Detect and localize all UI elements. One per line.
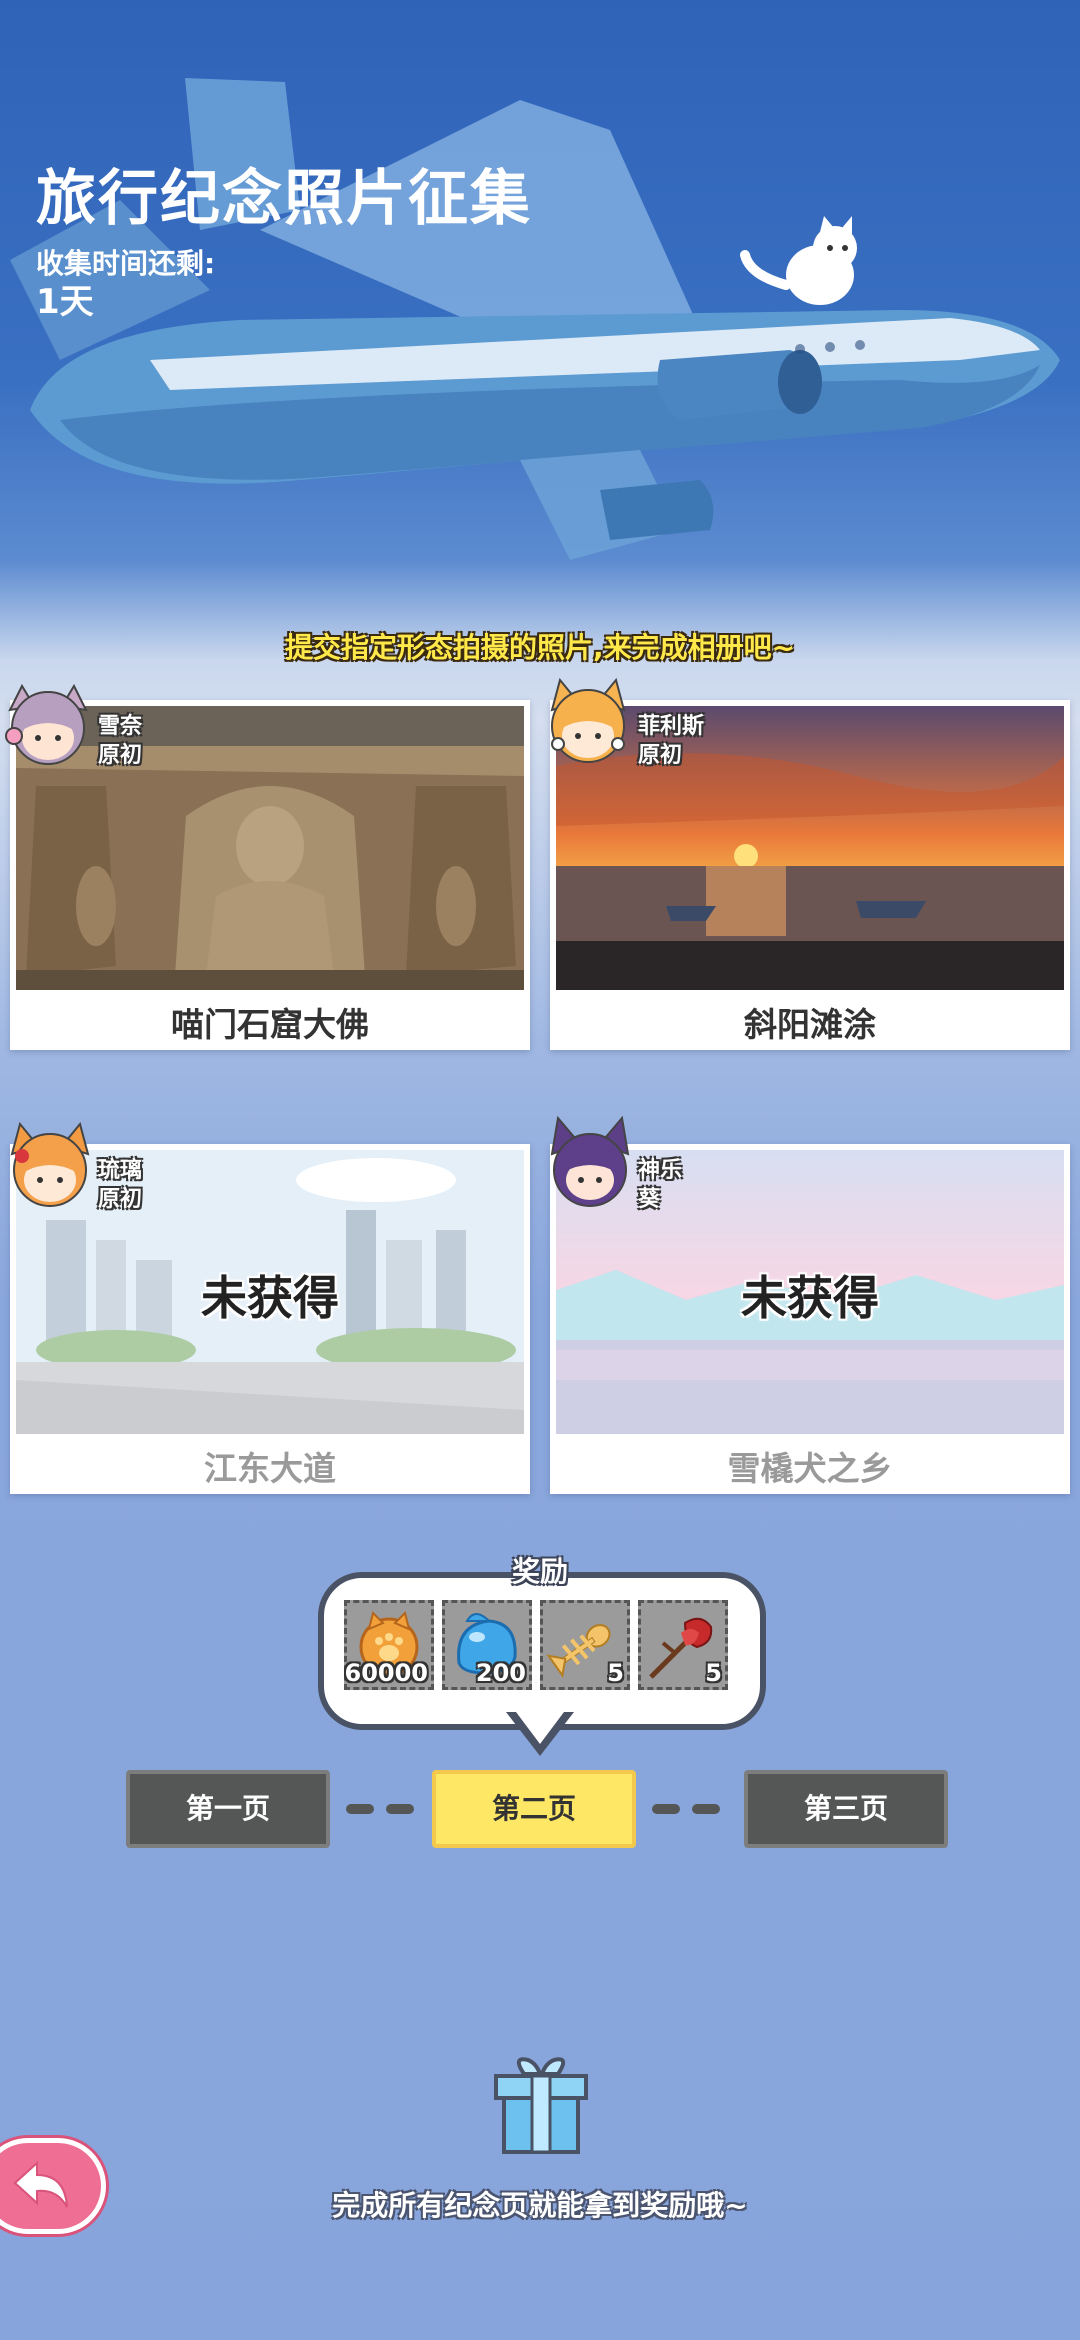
character-avatar-kagura: [550, 1115, 630, 1207]
page-button-3[interactable]: 第三页: [744, 1770, 948, 1848]
photo-title: 江东大道: [204, 1449, 336, 1488]
character-name-label: 琉璃 原初: [98, 1158, 143, 1212]
character-avatar-feilisi: [550, 677, 626, 763]
reward-label: 奖励: [511, 1555, 568, 1588]
page-button-2[interactable]: 第二页: [432, 1770, 636, 1848]
airplane-illustration: [10, 78, 1060, 560]
character-name-label: 神乐葵: [638, 1158, 683, 1212]
back-arrow-icon: [13, 2160, 68, 2208]
reward-item[interactable]: 200: [442, 1600, 532, 1690]
photo-title: 斜阳滩涂: [744, 1005, 876, 1044]
character-avatar-xuenai: [5, 683, 88, 765]
reward-item[interactable]: 5: [638, 1600, 728, 1690]
reward-item[interactable]: 5: [540, 1600, 630, 1690]
back-button[interactable]: [0, 2138, 106, 2234]
character-avatar-liuli: [10, 1121, 90, 1207]
reward-count: 60000: [344, 1659, 429, 1687]
locked-label: 未获得: [201, 1271, 339, 1325]
gift-box-icon[interactable]: [488, 2052, 594, 2158]
character-name-label: 雪奈 原初: [98, 714, 143, 768]
reward-item[interactable]: 60000: [344, 1600, 434, 1690]
page-button-1[interactable]: 第一页: [126, 1770, 330, 1848]
photo-title: 雪橇犬之乡: [727, 1449, 893, 1488]
pager-dash: [346, 1804, 374, 1814]
instruction-text: 提交指定形态拍摄的照片,来完成相册吧~: [284, 631, 796, 664]
character-name-label: 菲利斯 原初: [638, 714, 705, 768]
reward-bubble-tail: [506, 1712, 574, 1756]
pager-dash: [652, 1804, 680, 1814]
pager-dash: [386, 1804, 414, 1814]
locked-label: 未获得: [741, 1271, 879, 1325]
reward-count: 5: [607, 1659, 624, 1687]
pager-dash: [692, 1804, 720, 1814]
photo-title: 喵门石窟大佛: [171, 1005, 369, 1044]
page-title: 旅行纪念照片征集: [36, 164, 532, 234]
reward-count: 200: [475, 1659, 526, 1687]
time-remaining-value: 1天: [36, 282, 94, 322]
reward-count: 5: [705, 1659, 722, 1687]
footer-hint: 完成所有纪念页就能拿到奖励哦~: [332, 2189, 748, 2222]
